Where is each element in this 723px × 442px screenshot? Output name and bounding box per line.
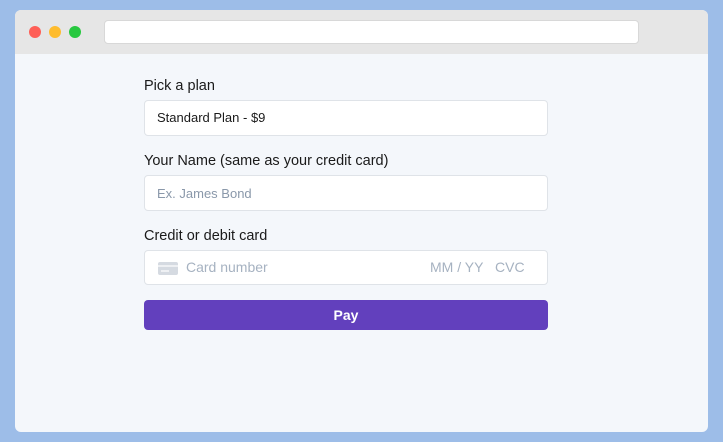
card-number-input[interactable]: Card number [186, 251, 268, 284]
name-label: Your Name (same as your credit card) [144, 153, 389, 169]
payment-form: Pick a plan Standard Plan - $9 Your Name… [144, 76, 548, 330]
name-input[interactable] [144, 175, 548, 211]
card-expiry-input[interactable]: MM / YY [430, 251, 483, 284]
plan-label: Pick a plan [144, 78, 215, 94]
card-input[interactable]: Card number MM / YY CVC [144, 250, 548, 285]
maximize-window-icon[interactable] [69, 26, 81, 38]
card-label: Credit or debit card [144, 228, 268, 244]
card-cvc-input[interactable]: CVC [495, 251, 525, 284]
close-window-icon[interactable] [29, 26, 41, 38]
minimize-window-icon[interactable] [49, 26, 61, 38]
browser-window: Pick a plan Standard Plan - $9 Your Name… [15, 10, 708, 432]
address-bar[interactable] [104, 20, 639, 44]
pay-button[interactable]: Pay [144, 300, 548, 330]
plan-group: Pick a plan Standard Plan - $9 [144, 76, 548, 136]
card-group: Credit or debit card Card number MM / YY… [144, 226, 548, 285]
window-titlebar [15, 10, 708, 54]
plan-select[interactable]: Standard Plan - $9 [144, 100, 548, 136]
credit-card-icon [158, 262, 178, 275]
name-group: Your Name (same as your credit card) [144, 151, 548, 211]
